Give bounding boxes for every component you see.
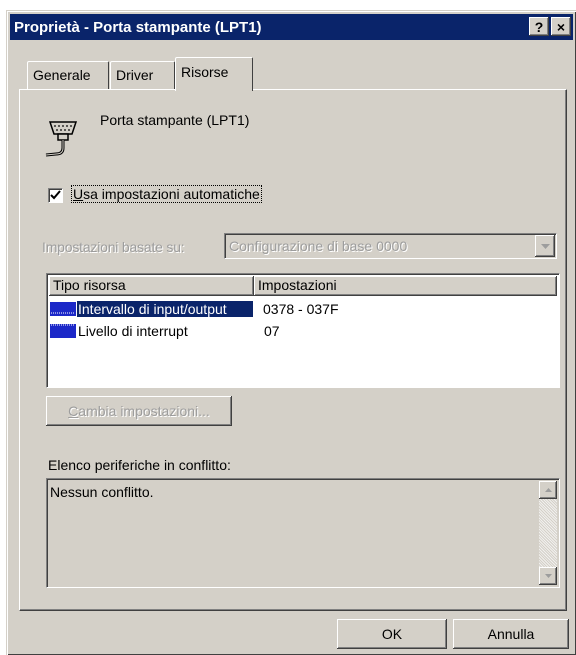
help-icon: ? xyxy=(534,18,544,35)
mnemonic-c: C xyxy=(68,403,79,419)
change-settings-label: Cambia impostazioni... xyxy=(68,403,210,419)
resource-setting: 0378 - 037F xyxy=(263,301,339,317)
column-header-type[interactable]: Tipo risorsa xyxy=(49,276,254,296)
auto-settings-label[interactable]: Usa impostazioni automatiche xyxy=(71,185,262,203)
scroll-down-button[interactable] xyxy=(539,567,557,585)
change-settings-button[interactable]: Cambia impostazioni... xyxy=(46,396,232,426)
tab-label: Driver xyxy=(116,67,154,83)
ok-label: OK xyxy=(381,626,403,642)
dropdown-button[interactable] xyxy=(535,235,555,257)
close-button[interactable]: × xyxy=(551,17,571,36)
resources-panel: Porta stampante (LPT1) Usa impostazioni … xyxy=(19,89,567,611)
device-name: Porta stampante (LPT1) xyxy=(100,112,250,128)
list-row[interactable]: Intervallo di input/output 0378 - 037F xyxy=(49,298,339,320)
title-bar[interactable]: Proprietà - Porta stampante (LPT1) ? × xyxy=(10,14,573,40)
based-on-label: Impostazioni basate su: xyxy=(42,239,185,255)
help-button[interactable]: ? xyxy=(529,17,549,36)
conflicts-text: Nessun conflitto. xyxy=(50,484,154,500)
arrow-down-icon xyxy=(544,574,552,578)
cancel-label: Annulla xyxy=(487,626,535,642)
chevron-down-icon xyxy=(540,243,550,249)
list-row[interactable]: Livello di interrupt 07 xyxy=(49,320,280,342)
list-header: Tipo risorsa Impostazioni xyxy=(49,276,557,296)
column-label: Impostazioni xyxy=(258,277,337,293)
based-on-value: Configurazione di base 0000 xyxy=(229,238,408,254)
column-header-settings[interactable]: Impostazioni xyxy=(254,276,557,296)
auto-settings-label-rest: sa impostazioni automatiche xyxy=(83,186,260,202)
auto-settings-checkbox[interactable] xyxy=(48,188,63,203)
tab-driver[interactable]: Driver xyxy=(110,61,175,89)
resources-list[interactable]: Tipo risorsa Impostazioni Intervallo di … xyxy=(46,273,560,388)
properties-dialog: Proprietà - Porta stampante (LPT1) ? × G… xyxy=(6,10,576,655)
column-label: Tipo risorsa xyxy=(53,277,126,293)
printer-port-icon xyxy=(45,121,78,157)
close-icon: × xyxy=(556,18,566,35)
scroll-up-button[interactable] xyxy=(539,481,557,499)
based-on-select[interactable]: Configurazione di base 0000 xyxy=(224,233,557,259)
conflicts-label: Elenco periferiche in conflitto: xyxy=(48,457,231,473)
tab-label: Risorse xyxy=(181,64,229,80)
window-title: Proprietà - Porta stampante (LPT1) xyxy=(14,18,262,36)
resource-type: Intervallo di input/output xyxy=(77,301,253,317)
checkmark-icon xyxy=(50,190,61,200)
resource-icon xyxy=(50,324,76,338)
tab-risorse[interactable]: Risorse xyxy=(175,57,253,91)
resource-setting: 07 xyxy=(264,323,280,339)
cancel-button[interactable]: Annulla xyxy=(453,619,569,649)
tab-label: Generale xyxy=(33,67,91,83)
ok-button[interactable]: OK xyxy=(337,619,447,649)
tab-generale[interactable]: Generale xyxy=(27,61,109,89)
conflicts-box[interactable]: Nessun conflitto. xyxy=(46,478,560,588)
resource-type: Livello di interrupt xyxy=(78,323,188,339)
vertical-scrollbar[interactable] xyxy=(539,481,557,585)
mnemonic-u: U xyxy=(73,186,84,202)
resource-icon xyxy=(50,302,76,316)
arrow-up-icon xyxy=(544,488,552,492)
change-settings-label-rest: ambia impostazioni... xyxy=(78,403,210,419)
